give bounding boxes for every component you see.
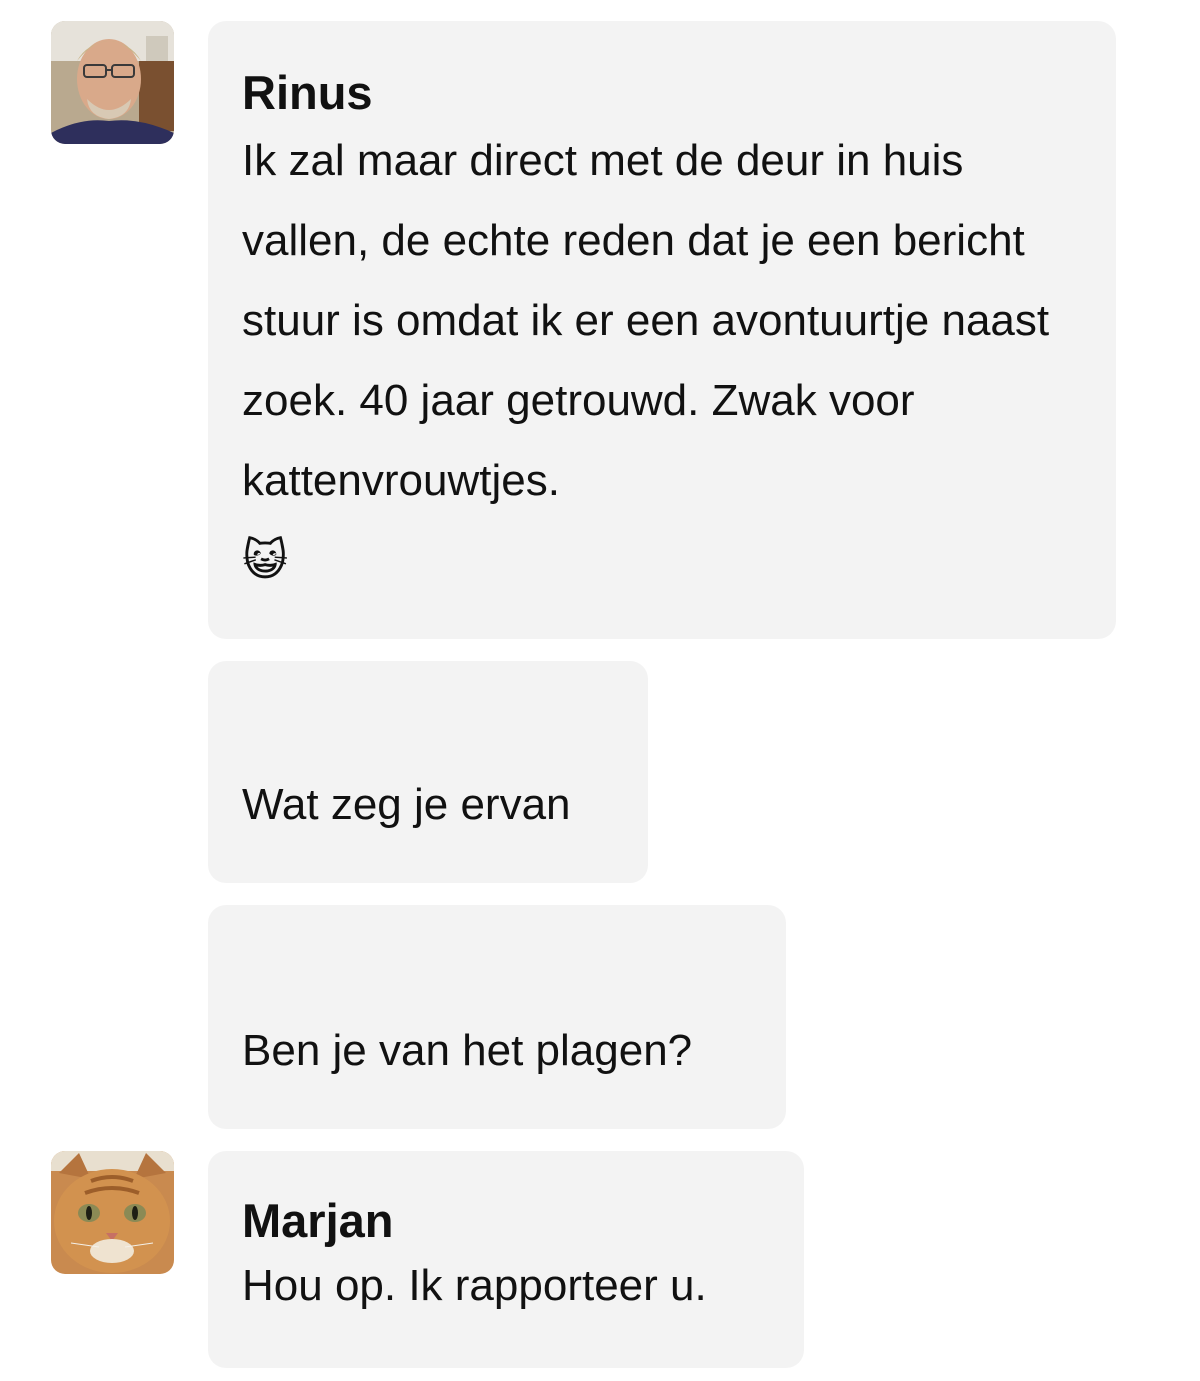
message-text: Hou op. Ik rapporteer u. bbox=[242, 1261, 707, 1310]
sender-name: Rinus bbox=[242, 66, 373, 119]
avatar-rinus[interactable] bbox=[51, 21, 174, 144]
message-bubble[interactable]: Wat zeg je ervan bbox=[208, 661, 648, 883]
message-text: Ik zal maar direct met de deur in huis v… bbox=[242, 136, 1050, 505]
message-bubble[interactable]: Ben je van het plagen? bbox=[208, 905, 786, 1129]
message-text: Ben je van het plagen? bbox=[242, 1026, 693, 1075]
orange-cat-photo bbox=[51, 1151, 174, 1274]
man-with-glasses-photo bbox=[51, 21, 174, 144]
message-text: Wat zeg je ervan bbox=[242, 780, 571, 829]
sender-name: Marjan bbox=[242, 1194, 394, 1247]
message-bubble-rinus[interactable]: Rinus Ik zal maar direct met de deur in … bbox=[208, 21, 1116, 639]
message-bubble-marjan[interactable]: Marjan Hou op. Ik rapporteer u. bbox=[208, 1151, 804, 1368]
avatar-marjan[interactable] bbox=[51, 1151, 174, 1274]
grinning-cat-emoji: 😺 bbox=[242, 535, 288, 586]
